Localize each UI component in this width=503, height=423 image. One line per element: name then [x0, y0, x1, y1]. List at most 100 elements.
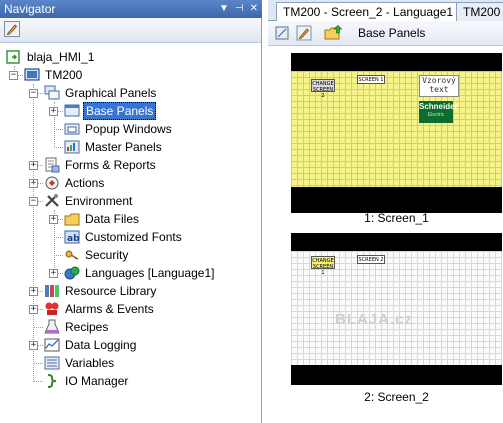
tree-item-actions[interactable]: + Actions	[0, 174, 261, 192]
editor-tab-bar: TM200 - Screen_2 - Language1 TM200	[268, 0, 503, 21]
sample-text-box: Vzorový text	[419, 75, 459, 97]
tree-item-label: Resource Library	[65, 284, 157, 298]
tree-item-base[interactable]: + Base Panels	[0, 102, 261, 120]
tree-item-alarms[interactable]: + Alarms & Events	[0, 300, 261, 318]
expand-icon[interactable]: +	[49, 269, 58, 278]
graphical-panels-icon	[44, 85, 60, 100]
panel-view-icon	[275, 26, 289, 40]
tree-item-variables[interactable]: Variables	[0, 354, 261, 372]
master-panels-icon	[64, 140, 80, 154]
expand-icon[interactable]: +	[29, 287, 38, 296]
tree-item-environment[interactable]: − Environment	[0, 192, 261, 210]
collapse-icon[interactable]: −	[29, 89, 38, 98]
tree-item-languages[interactable]: + Languages [Language1]	[0, 264, 261, 282]
tree-item-label: Security	[85, 248, 129, 262]
actions-icon	[45, 176, 59, 190]
expand-icon[interactable]: +	[29, 161, 38, 170]
tree-item-label: Actions	[65, 176, 105, 190]
base-panels-icon	[64, 104, 80, 117]
tree-item-popup[interactable]: Popup Windows	[0, 120, 261, 138]
screen-label: SCREEN 1	[357, 75, 385, 84]
dropdown-icon[interactable]: ▼	[219, 0, 229, 18]
panel-thumbnail-view: CHANGE SCREEN 2 SCREEN 1 Vzorový text Sc…	[268, 46, 503, 423]
pencil-icon	[6, 24, 18, 36]
thumbnail-bottom-bar	[291, 365, 502, 385]
navigator-tree: blaja_HMI_1− TM200− Graphical Panels + Base …	[0, 44, 261, 423]
tree-item-graphical[interactable]: − Graphical Panels	[0, 84, 261, 102]
expand-icon[interactable]: +	[49, 215, 58, 224]
tree-connector	[34, 327, 43, 328]
variables-icon	[44, 356, 60, 370]
expand-icon[interactable]: +	[49, 107, 58, 116]
expand-icon[interactable]: +	[29, 179, 38, 188]
tree-item-master[interactable]: Master Panels	[0, 138, 261, 156]
go-up-button[interactable]	[324, 25, 343, 41]
tree-item-label: Languages [Language1]	[85, 266, 215, 280]
data-files-icon	[64, 213, 80, 226]
editor-toolbar-title: Base Panels	[358, 26, 426, 40]
navigator-pane: Navigator ▼ ⊣ ✕ blaja_HMI_1− TM200− Graphi…	[0, 0, 262, 423]
tree-item-label: Alarms & Events	[65, 302, 154, 316]
recipes-icon	[44, 319, 60, 334]
tab-screen-2[interactable]: TM200 - Screen_2 - Language1	[276, 2, 461, 21]
navigator-title-buttons: ▼ ⊣ ✕	[219, 0, 258, 18]
tree-item-label: Recipes	[65, 320, 109, 334]
expand-icon[interactable]: +	[29, 341, 38, 350]
navigator-title-bar: Navigator ▼ ⊣ ✕	[0, 0, 262, 18]
tree-item-logging[interactable]: + Data Logging	[0, 336, 261, 354]
data-logging-icon	[44, 338, 60, 352]
pin-icon[interactable]: ⊣	[235, 0, 244, 18]
tree-item-label: Forms & Reports	[65, 158, 156, 172]
tree-item-forms[interactable]: + Forms & Reports	[0, 156, 261, 174]
view-button[interactable]	[274, 25, 290, 41]
popup-windows-icon	[64, 123, 80, 135]
schneider-logo: Schneider Electric	[419, 101, 458, 123]
tree-item-label: Master Panels	[85, 140, 162, 154]
tree-connector	[34, 381, 43, 382]
tree-item-label: Base Panels	[83, 102, 157, 120]
tree-item-recipes[interactable]: Recipes	[0, 318, 261, 336]
tree-item-root[interactable]: blaja_HMI_1	[0, 48, 261, 66]
tree-item-label: Popup Windows	[85, 122, 172, 136]
edit-button[interactable]	[4, 21, 20, 37]
change-screen-2-button: CHANGE SCREEN 2	[311, 79, 335, 99]
forms-reports-icon	[45, 157, 60, 173]
screen-1-thumbnail[interactable]: CHANGE SCREEN 2 SCREEN 1 Vzorový text Sc…	[291, 53, 502, 213]
tree-connector	[54, 255, 63, 256]
tree-item-security[interactable]: Security	[0, 246, 261, 264]
tree-item-label: Data Logging	[65, 338, 137, 352]
tree-connector	[54, 147, 63, 148]
edit-panel-button[interactable]	[296, 25, 312, 41]
expand-icon[interactable]: +	[29, 305, 38, 314]
tree-item-tm200[interactable]: − TM200	[0, 66, 261, 84]
tree-item-fonts[interactable]: ab Customized Fonts	[0, 228, 261, 246]
tree-item-io[interactable]: IO Manager	[0, 372, 261, 390]
tab-tm200[interactable]: TM200	[456, 2, 503, 21]
io-manager-icon	[47, 374, 57, 388]
security-icon	[65, 250, 79, 260]
alarms-events-icon	[45, 302, 59, 315]
tree-connector	[54, 129, 63, 130]
thumbnail-bottom-bar	[291, 187, 502, 213]
pencil-icon	[296, 25, 312, 41]
languages-icon	[64, 266, 80, 280]
tree-item-label: TM200	[45, 68, 83, 82]
tree-connector	[34, 363, 43, 364]
tree-connector	[54, 237, 63, 238]
collapse-icon[interactable]: −	[29, 197, 38, 206]
change-screen-1-button: CHANGE SCREEN 1	[311, 256, 335, 276]
screen-2-thumbnail[interactable]: CHANGE SCREEN 1 SCREEN 2 BLAJA.cz	[291, 233, 502, 387]
tree-item-resource[interactable]: + Resource Library	[0, 282, 261, 300]
folder-up-icon	[324, 25, 343, 40]
screen-1-canvas: CHANGE SCREEN 2 SCREEN 1 Vzorový text Sc…	[291, 71, 502, 187]
tree-item-label: blaja_HMI_1	[27, 50, 95, 64]
watermark: BLAJA.cz	[335, 311, 414, 328]
screen-label: SCREEN 2	[357, 255, 385, 264]
collapse-icon[interactable]: −	[9, 71, 18, 80]
close-icon[interactable]: ✕	[250, 0, 258, 18]
tree-item-datafiles[interactable]: + Data Files	[0, 210, 261, 228]
customized-fonts-icon: ab	[64, 230, 80, 244]
screen-1-caption: 1: Screen_1	[364, 211, 429, 225]
tree-item-label: Variables	[65, 356, 115, 370]
tree-item-label: IO Manager	[65, 374, 129, 388]
